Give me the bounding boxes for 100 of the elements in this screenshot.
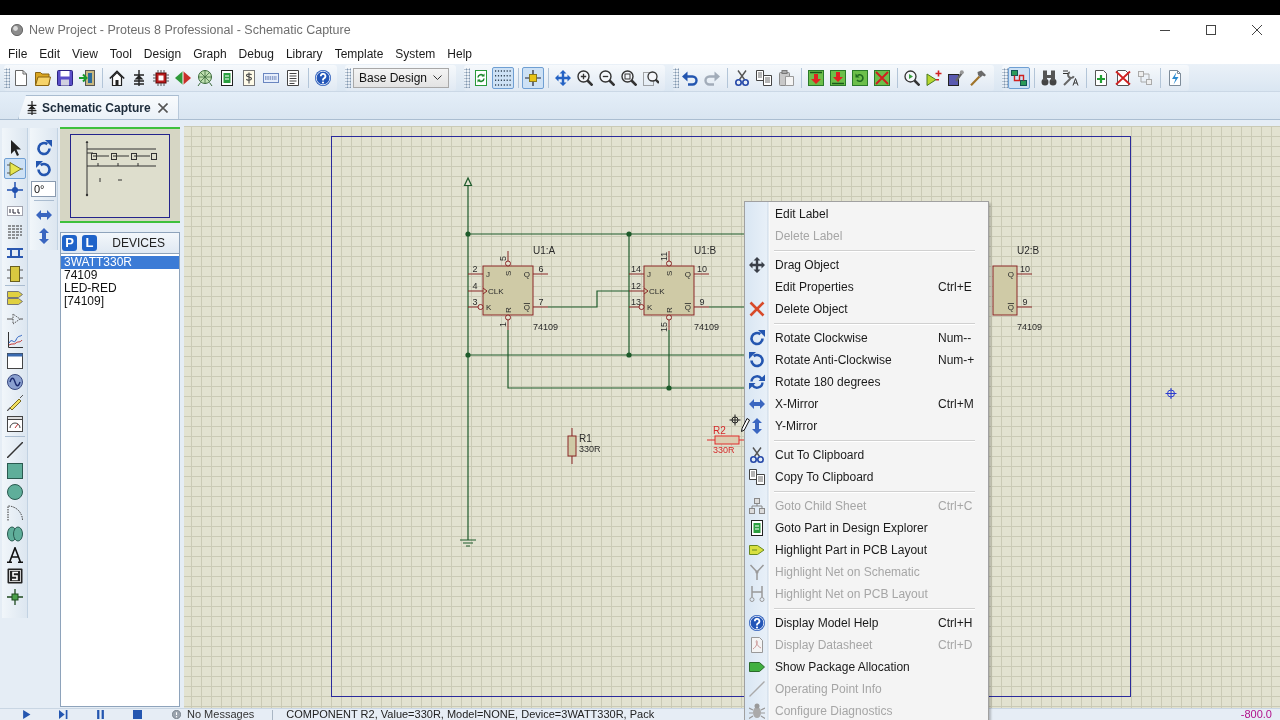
grip-handle[interactable] <box>464 67 470 88</box>
context-menu-item[interactable]: Edit Label <box>745 203 988 225</box>
menu-item[interactable]: View <box>66 46 104 63</box>
step-button[interactable] <box>57 709 69 720</box>
stop-button[interactable] <box>131 709 143 720</box>
status-message: No Messages <box>187 709 255 720</box>
part-reference: U1:A <box>533 245 556 256</box>
grip-handle[interactable] <box>345 67 351 88</box>
pin-number: 4 <box>472 281 478 291</box>
origin-button[interactable] <box>522 66 544 89</box>
origin-marker-icon <box>1165 387 1177 400</box>
rotation-angle-field[interactable]: 0° <box>31 181 56 197</box>
menu-item[interactable]: Template <box>328 46 390 63</box>
horizontal-arrows-icon <box>749 396 765 412</box>
dot-grid-icon <box>495 69 511 86</box>
window-title: New Project - Proteus 8 Professional - Schematic Capture <box>29 23 352 37</box>
diagonal-line-icon <box>749 681 765 697</box>
menu-item[interactable]: Help <box>441 46 479 63</box>
context-menu-item[interactable]: X-Mirror Ctrl+M <box>745 393 988 415</box>
context-menu-item[interactable]: Copy To Clipboard <box>745 466 988 488</box>
wire-autorouter-button[interactable] <box>1008 66 1030 89</box>
wrench-icon <box>1063 69 1079 86</box>
overview-thumbnail[interactable] <box>60 127 180 223</box>
chip-icon <box>153 69 169 86</box>
play-button[interactable] <box>20 709 32 720</box>
cross-icon <box>749 301 765 317</box>
pause-icon <box>95 710 105 719</box>
shortcut-text: Num-+ <box>938 353 976 367</box>
pin-name: Q <box>1007 270 1014 279</box>
status-info: COMPONENT R2, Value=330R, Model=NONE, Device=3WATT330R, Pack <box>286 709 655 720</box>
part-type: 74109 <box>1017 322 1043 332</box>
pick-devices-button[interactable]: P <box>62 235 77 251</box>
cursor-coordinates: -800.0 <box>1240 709 1272 720</box>
design-dropdown[interactable]: Base Design <box>353 67 449 88</box>
pin-number: 13 <box>631 297 641 307</box>
junction-dot-icon <box>6 181 23 198</box>
grip-handle[interactable] <box>1002 67 1008 88</box>
part-type: 74109 <box>533 322 559 332</box>
context-menu-item[interactable]: Rotate 180 degrees <box>745 371 988 393</box>
devices-title: DEVICES <box>112 236 165 250</box>
context-menu-item[interactable]: Edit Properties Ctrl+E <box>745 276 988 298</box>
device-list-item[interactable]: [74109] <box>61 295 179 308</box>
menu-item[interactable]: Tool <box>103 46 138 63</box>
pause-button[interactable] <box>94 709 106 720</box>
menu-item[interactable]: Library <box>279 46 329 63</box>
context-menu-item[interactable]: Show Package Allocation <box>745 656 988 678</box>
diagonal-line-icon <box>6 441 23 458</box>
marker-crosshair-icon <box>6 588 23 605</box>
part-reference: R2 <box>713 425 726 436</box>
ground-symbol <box>459 536 477 547</box>
folder-icon <box>35 69 51 86</box>
device-list-item[interactable]: 3WATT330R <box>61 256 179 269</box>
document-tab[interactable]: Schematic Capture <box>18 95 179 119</box>
blank-page-icon <box>13 69 29 86</box>
fork-icon <box>749 564 765 580</box>
crosshair-cursor-icon <box>729 414 741 426</box>
zoom-out-icon <box>599 69 615 86</box>
rotate-clockwise-icon <box>749 330 765 346</box>
schematic-tab-icon <box>25 100 39 115</box>
context-menu-item[interactable]: Goto Part in Design Explorer <box>745 517 988 539</box>
power-terminal-symbol <box>463 177 473 188</box>
split-triangle-icon <box>175 69 191 86</box>
pin-number: 1 <box>498 322 508 327</box>
context-menu-item[interactable]: Delete Object <box>745 298 988 320</box>
menu-item[interactable]: Graph <box>187 46 233 63</box>
grid-toggle-button[interactable] <box>492 66 514 89</box>
zoom-in-icon <box>577 69 593 86</box>
libraries-button[interactable]: L <box>82 235 97 251</box>
house-icon <box>109 69 125 86</box>
shortcut-text: Ctrl+H <box>938 616 974 630</box>
context-menu-item[interactable]: Drag Object <box>745 254 988 276</box>
menu-item[interactable]: Edit <box>33 46 67 63</box>
rotate-anticlockwise-icon <box>35 160 52 177</box>
menu-item[interactable]: Design <box>137 46 188 63</box>
grip-handle[interactable] <box>4 67 10 88</box>
hammer-icon <box>970 69 986 86</box>
menu-item[interactable]: File <box>2 46 34 63</box>
grip-handle[interactable] <box>673 67 679 88</box>
context-menu-item[interactable]: Rotate Clockwise Num-- <box>745 327 988 349</box>
message-status-icon <box>172 710 181 719</box>
device-list-item[interactable]: LED-RED <box>61 282 179 295</box>
pin-name: Q <box>1007 303 1014 312</box>
context-menu-item[interactable]: Rotate Anti-Clockwise Num-+ <box>745 349 988 371</box>
meter-icon <box>6 415 23 432</box>
pin-name: K <box>647 303 653 312</box>
menu-item[interactable]: System <box>389 46 442 63</box>
resistor-value: 330R <box>579 444 601 454</box>
context-menu-item[interactable]: Cut To Clipboard <box>745 444 988 466</box>
close-tab-button[interactable] <box>155 100 170 115</box>
resistor-value: 330R <box>713 445 735 455</box>
context-menu-item[interactable]: Highlight Part in PCB Layout <box>745 539 988 561</box>
context-menu-item[interactable]: Display Model Help Ctrl+H <box>745 612 988 634</box>
play-icon <box>21 710 31 719</box>
device-list-item[interactable]: 74109 <box>61 269 179 282</box>
diode-symbol-icon <box>131 69 147 86</box>
window-icon <box>6 352 23 369</box>
part-reference: U1:B <box>694 245 717 256</box>
menu-item[interactable]: Debug <box>232 46 280 63</box>
shortcut-text: Num-- <box>938 331 973 345</box>
pin-number: 10 <box>697 264 707 274</box>
